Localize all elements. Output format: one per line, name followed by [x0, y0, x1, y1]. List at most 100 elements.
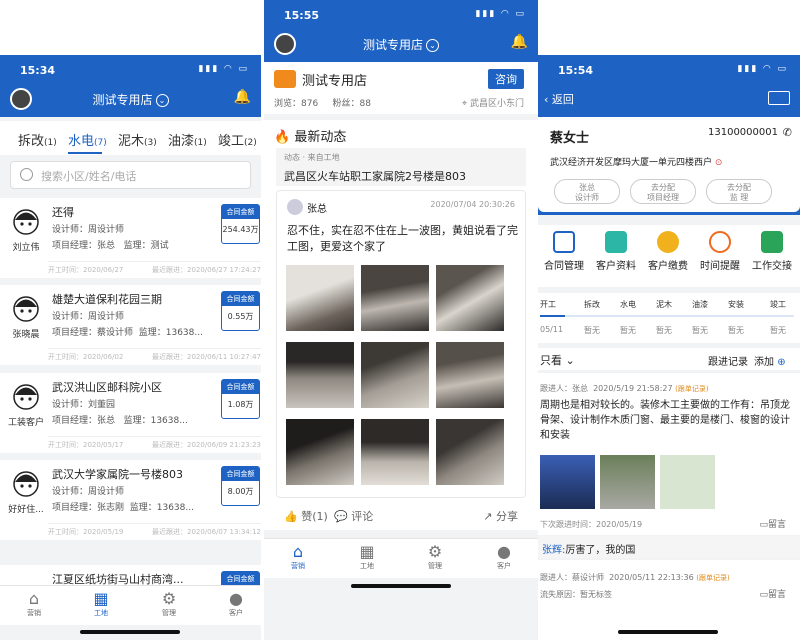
- active-tab-indicator: [68, 152, 102, 154]
- list-item[interactable]: 工装客户 武汉洪山区邮科院小区 设计师：刘董园 项目经理：张总 监理：13638…: [0, 373, 261, 453]
- tab-painting[interactable]: 油漆(1): [168, 130, 207, 149]
- feed-section: 🔥 最新动态 动态 · 来自工地 武昌区火车站职工家属院2号楼是803 张总 2…: [264, 120, 538, 530]
- manager-pill[interactable]: 去分配 项目经理: [630, 179, 696, 204]
- source-box[interactable]: 动态 · 来自工地 武昌区火车站职工家属院2号楼是803: [276, 148, 526, 186]
- share-button[interactable]: ↗ 分享: [483, 508, 518, 524]
- bell-icon[interactable]: 🔔: [511, 34, 528, 50]
- cartoon-avatar-icon: [13, 209, 39, 235]
- consult-button[interactable]: 咨询: [488, 69, 524, 89]
- contract-amount-badge: 合同金额 0.55万: [221, 291, 260, 331]
- follow-header: 只看 ⌄ 跟进记录 添加 ⊕: [538, 348, 800, 370]
- customer-info-button[interactable]: 客户资料: [590, 231, 642, 272]
- back-button[interactable]: ‹ 返回: [544, 91, 574, 107]
- search-input[interactable]: 搜索小区/姓名/电话: [10, 161, 251, 189]
- photo[interactable]: [361, 419, 429, 485]
- designer: 设计师：周设计师: [52, 487, 125, 497]
- photo[interactable]: [361, 342, 429, 408]
- staff-line: 项目经理：张总 监理：测试: [52, 241, 169, 251]
- stage-progress: 开工 拆改 水电 泥木 油漆 安装 竣工 05/11 暂无 暂无 暂无 暂无 暂…: [538, 293, 800, 343]
- tab-demolition[interactable]: 拆改(1): [18, 130, 57, 149]
- tab-masonry[interactable]: 泥木(3): [118, 130, 157, 149]
- reminder-button[interactable]: 时间提醒: [694, 231, 746, 272]
- photo[interactable]: [436, 419, 504, 485]
- tab-customer[interactable]: ● 客户: [484, 543, 524, 571]
- store-switcher[interactable]: 测试专用店 ⌄: [264, 36, 538, 53]
- photo[interactable]: [361, 265, 429, 331]
- photo[interactable]: [436, 342, 504, 408]
- author-name: 张总: [307, 204, 327, 215]
- flame-icon: 🔥: [274, 130, 291, 145]
- tab-site[interactable]: ▦ 工地: [81, 590, 121, 618]
- photo[interactable]: [436, 265, 504, 331]
- tab-marketing[interactable]: ⌂ 营销: [14, 590, 54, 618]
- list-item[interactable]: 好好住... 武汉大学家属院一号楼803 设计师：周设计师 项目经理：张志刚 监…: [0, 460, 261, 540]
- store-name: 测试专用店: [302, 74, 368, 89]
- post-text: 忍不住，实在忍不住在上一波图，黄姐说看了完工图，更爱这个家了: [287, 224, 518, 253]
- tab-marketing[interactable]: ⌂ 营销: [278, 543, 318, 571]
- tab-customer[interactable]: ● 客户: [216, 590, 256, 618]
- list-item[interactable]: 刘立伟 还得 设计师：周设计师 项目经理：张总 监理：测试 合同金额 254.43…: [0, 198, 261, 278]
- handover-button[interactable]: 工作交接: [746, 231, 798, 272]
- leave-message-button[interactable]: ▭留言: [759, 587, 786, 600]
- plus-circle-icon: ⊕: [777, 357, 786, 368]
- card-footer: 开工时间：2020/06/02 最近跟进：2020/06/11 10:27:47: [48, 348, 261, 362]
- photo[interactable]: [600, 455, 655, 509]
- filter-dropdown[interactable]: 只看 ⌄: [540, 352, 575, 368]
- photo[interactable]: [286, 419, 354, 485]
- designer: 设计师：周设计师: [52, 312, 125, 322]
- payment-button[interactable]: 客户缴费: [642, 231, 694, 272]
- bell-icon[interactable]: 🔔: [234, 89, 251, 105]
- message-icon: ▭: [759, 590, 768, 600]
- designer: 设计师：周设计师: [52, 225, 125, 235]
- store-logo: [274, 70, 296, 88]
- card-footer: 开工时间：2020/06/27 最近跟进：2020/06/27 17:24:27: [48, 261, 261, 275]
- designer: 设计师：刘董园: [52, 400, 116, 410]
- stage-label: 水电: [620, 300, 636, 309]
- source-label: 动态 · 来自工地: [284, 153, 340, 162]
- tab-manage[interactable]: ⚙ 管理: [415, 543, 455, 571]
- site-icon: ▦: [93, 589, 109, 608]
- thumb-up-icon: 👍: [284, 510, 298, 523]
- id-card-icon[interactable]: [768, 91, 790, 105]
- bottom-tab-bar: ⌂ 营销 ▦ 工地 ⚙ 管理 ● 客户: [264, 538, 538, 578]
- photo[interactable]: [540, 455, 595, 509]
- status-bar: 15:54 ▮▮▮ ◠ ▭: [538, 55, 800, 85]
- leave-message-button[interactable]: ▭留言: [759, 517, 786, 530]
- map-thumbnail[interactable]: [660, 455, 715, 509]
- contract-manage-button[interactable]: 合同管理: [538, 231, 590, 272]
- phone-icon[interactable]: ✆: [783, 126, 792, 139]
- list-item[interactable]: 张晓晨 雄楚大道保利花园三期 设计师：周设计师 项目经理：蔡设计师 监理：136…: [0, 285, 261, 365]
- cartoon-avatar-icon: [13, 296, 39, 322]
- store-stats: 浏览：876 粉丝：88: [274, 99, 371, 109]
- staff-line: 项目经理：张总 监理：13638...: [52, 416, 188, 426]
- home-indicator: [80, 630, 180, 634]
- home-icon: ⌂: [28, 589, 40, 608]
- tab-manage[interactable]: ⚙ 管理: [149, 590, 189, 618]
- stage-label: 安装: [728, 300, 744, 309]
- supervisor-pill[interactable]: 去分配监 理: [706, 179, 772, 204]
- customer-phone[interactable]: 13100000001: [708, 127, 778, 138]
- customer-name: 刘立伟: [12, 243, 40, 253]
- record-text: 周期也是相对较长的。装修木工主要做的工作有：吊顶龙骨架、设计制作木质门窗、最主要…: [540, 400, 790, 441]
- comment-button[interactable]: 💬 评论: [334, 508, 373, 524]
- tab-plumbing[interactable]: 水电(7): [68, 130, 107, 149]
- chevron-down-icon: ⌄: [565, 354, 575, 367]
- photo[interactable]: [286, 265, 354, 331]
- designer-pill[interactable]: 张总 设计师: [554, 179, 620, 204]
- add-record-button[interactable]: 添加 ⊕: [754, 353, 786, 368]
- store-title: 测试专用店: [362, 38, 423, 52]
- home-indicator: [351, 584, 451, 588]
- store-switcher[interactable]: 测试专用店 ⌄: [0, 91, 261, 108]
- tab-site[interactable]: ▦ 工地: [347, 543, 387, 571]
- stage-tabs: 拆改(1) 水电(7) 泥木(3) 油漆(1) 竣工(2): [0, 121, 261, 155]
- photo[interactable]: [286, 342, 354, 408]
- like-button[interactable]: 👍 赞(1): [284, 508, 328, 524]
- stage-value: 暂无: [728, 326, 744, 335]
- stage-label: 竣工: [770, 300, 786, 309]
- comment-icon: 💬: [334, 510, 348, 523]
- stage-label: 拆改: [584, 300, 600, 309]
- tab-completed[interactable]: 竣工(2): [218, 130, 257, 149]
- card-footer: 开工时间：2020/05/17 最近跟进：2020/06/09 21:23:23: [48, 436, 261, 450]
- customer-name: 好好住...: [8, 505, 44, 515]
- share-arrow-icon: [761, 231, 783, 253]
